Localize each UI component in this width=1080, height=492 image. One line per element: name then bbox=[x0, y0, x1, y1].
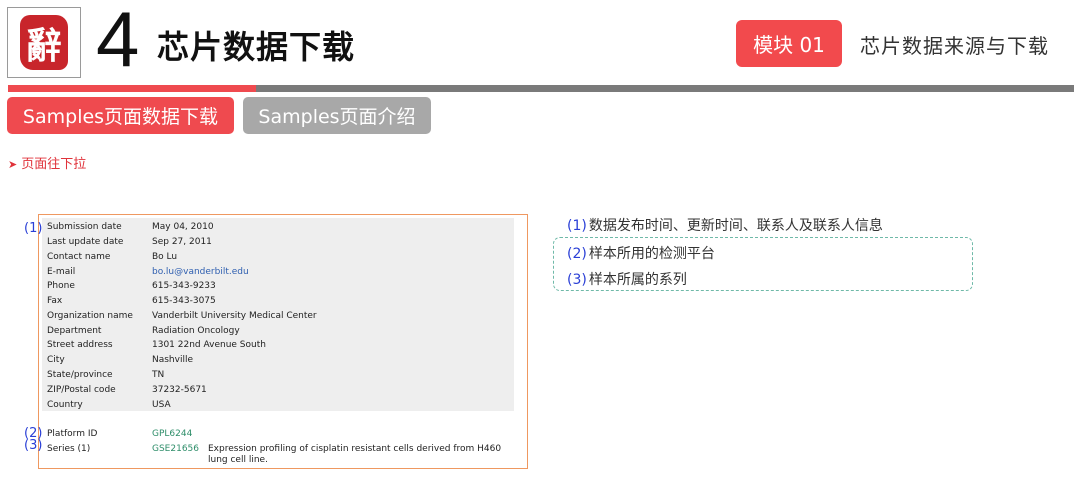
geo-key-email: E-mail bbox=[47, 267, 76, 277]
geo-key-fax: Fax bbox=[47, 296, 63, 306]
geo-key-phone: Phone bbox=[47, 281, 75, 291]
seal-logo-icon: 辭 bbox=[20, 15, 68, 70]
geo-value-zip: 37232-5671 bbox=[152, 385, 207, 395]
marker-1: (1) bbox=[24, 221, 43, 236]
note-2-text: 样本所用的检测平台 bbox=[588, 246, 715, 262]
marker-3: (3) bbox=[24, 438, 43, 453]
geo-key-country: Country bbox=[47, 400, 83, 410]
geo-key-last-update: Last update date bbox=[47, 237, 124, 247]
geo-value-contact-name: Bo Lu bbox=[152, 252, 178, 262]
geo-value-fax: 615-343-3075 bbox=[152, 296, 216, 306]
geo-key-department: Department bbox=[47, 326, 102, 336]
geo-key-submission-date: Submission date bbox=[47, 222, 122, 232]
module-badge: 模块 01 bbox=[736, 20, 842, 67]
module-title: 芯片数据来源与下载 bbox=[860, 34, 1049, 58]
geo-key-state: State/province bbox=[47, 370, 113, 380]
arrow-right-icon: ➤ bbox=[8, 158, 18, 171]
note-3-text: 样本所属的系列 bbox=[588, 272, 687, 288]
geo-value-phone: 615-343-9233 bbox=[152, 281, 216, 291]
geo-value-organization: Vanderbilt University Medical Center bbox=[152, 311, 317, 321]
email-link[interactable]: bo.lu@vanderbilt.edu bbox=[152, 267, 249, 278]
note-2-number: (2) bbox=[567, 246, 587, 262]
geo-key-platform: Platform ID bbox=[47, 429, 98, 439]
geo-value-state: TN bbox=[152, 370, 165, 380]
geo-value-submission-date: May 04, 2010 bbox=[152, 222, 214, 232]
note-1-number: (1) bbox=[567, 218, 587, 234]
chapter-title: 芯片数据下载 bbox=[157, 28, 356, 66]
seal-glyph: 辭 bbox=[25, 24, 62, 67]
note-1-text: 数据发布时间、更新时间、联系人及联系人信息 bbox=[588, 218, 883, 234]
geo-value-department: Radiation Oncology bbox=[152, 326, 240, 336]
note-3: (3) 样本所属的系列 bbox=[567, 269, 687, 289]
scroll-hint-text: 页面往下拉 bbox=[21, 157, 87, 172]
geo-value-street: 1301 22nd Avenue South bbox=[152, 340, 266, 350]
tab-samples-download[interactable]: Samples页面数据下载 bbox=[7, 97, 234, 134]
geo-key-series: Series (1) bbox=[47, 444, 91, 454]
chapter-number: 4 bbox=[96, 0, 140, 83]
note-2: (2) 样本所用的检测平台 bbox=[567, 243, 715, 263]
series-description: Expression profiling of cisplatin resist… bbox=[208, 444, 502, 465]
geo-value-country: USA bbox=[152, 400, 171, 410]
logo: 辭 bbox=[7, 7, 81, 78]
geo-key-contact-name: Contact name bbox=[47, 252, 111, 262]
geo-key-street: Street address bbox=[47, 340, 113, 350]
tab-samples-intro[interactable]: Samples页面介绍 bbox=[243, 97, 431, 134]
geo-value-city: Nashville bbox=[152, 355, 194, 365]
geo-key-city: City bbox=[47, 355, 65, 365]
geo-key-organization: Organization name bbox=[47, 311, 133, 321]
header-divider-accent bbox=[8, 85, 256, 92]
note-3-number: (3) bbox=[567, 272, 587, 288]
platform-link[interactable]: GPL6244 bbox=[152, 429, 192, 440]
note-1: (1) 数据发布时间、更新时间、联系人及联系人信息 bbox=[567, 215, 883, 235]
geo-key-zip: ZIP/Postal code bbox=[47, 385, 116, 395]
scroll-hint: ➤ 页面往下拉 bbox=[8, 153, 86, 172]
series-link[interactable]: GSE21656 bbox=[152, 444, 199, 455]
geo-value-last-update: Sep 27, 2011 bbox=[152, 237, 212, 247]
